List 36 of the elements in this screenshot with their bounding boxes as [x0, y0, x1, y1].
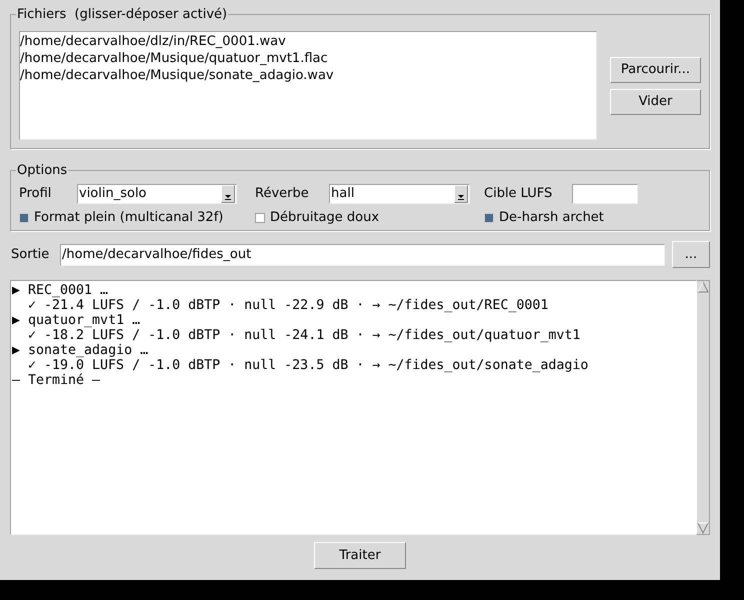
file-list-item[interactable]: /home/decarvalhoe/Musique/quatuor_mvt1.flac	[20, 50, 596, 67]
checkbox-label: Format plein (multicanal 32f)	[34, 210, 224, 226]
browse-button[interactable]: Parcourir...	[610, 56, 701, 82]
log-file-line: ▶ sonate_adagio …	[12, 343, 150, 358]
dropdown-arrow-icon[interactable]	[454, 185, 468, 203]
group-title: Options	[16, 163, 68, 178]
group-title: Fichiers (glisser-déposer activé)	[16, 7, 228, 22]
file-list-item[interactable]: /home/decarvalhoe/dlz/in/REC_0001.wav	[20, 33, 596, 50]
checkbox[interactable]	[255, 212, 265, 222]
output-path-field[interactable]: /home/decarvalhoe/fides_out	[60, 244, 665, 266]
reverb-dropdown[interactable]: hall	[329, 184, 470, 204]
field-label: Réverbe	[255, 186, 310, 202]
log-result-line: ✓ -18.2 LUFS / -1.0 dBTP · null -24.1 dB · → ~/fides_out/quatuor_mvt1	[27, 328, 582, 343]
scroll-down-arrow-icon[interactable]	[697, 522, 709, 534]
browse-output-button[interactable]: ...	[672, 241, 710, 268]
log-file-line: ▶ REC_0001 …	[12, 283, 110, 298]
lufs-target-field[interactable]	[572, 184, 638, 204]
log-result-line: ✓ -21.4 LUFS / -1.0 dBTP · null -22.9 dB · → ~/fides_out/REC_0001	[27, 298, 550, 313]
log-scrollbar[interactable]	[696, 280, 710, 535]
dropdown-arrow-icon[interactable]	[221, 185, 235, 203]
log-status-line: — Terminé —	[12, 373, 102, 388]
checkbox-label: Débruitage doux	[270, 210, 380, 226]
field-label: Cible LUFS	[484, 186, 554, 202]
file-list-item[interactable]: /home/decarvalhoe/Musique/sonate_adagio.wav	[20, 67, 596, 84]
log-result-line: ✓ -19.0 LUFS / -1.0 dBTP · null -23.5 dB · → ~/fides_out/sonate_adagio	[27, 358, 590, 373]
process-button[interactable]: Traiter	[314, 542, 406, 569]
log-file-line: ▶ quatuor_mvt1 …	[12, 313, 142, 328]
checkbox[interactable]	[19, 212, 29, 222]
profile-dropdown[interactable]: violin_solo	[77, 184, 237, 204]
field-label: Sortie	[10, 247, 50, 262]
scroll-up-arrow-icon[interactable]	[697, 281, 709, 293]
checkbox[interactable]	[484, 212, 494, 222]
checkbox-label: De-harsh archet	[499, 210, 604, 226]
field-label: Profil	[19, 186, 52, 202]
file-list[interactable]: /home/decarvalhoe/dlz/in/REC_0001.wav /home/decarvalhoe/Musique/quatuor_mvt1.flac /home/decarvalhoe/Musique/sonate_adagio.wav	[19, 31, 597, 140]
clear-button[interactable]: Vider	[610, 88, 701, 114]
